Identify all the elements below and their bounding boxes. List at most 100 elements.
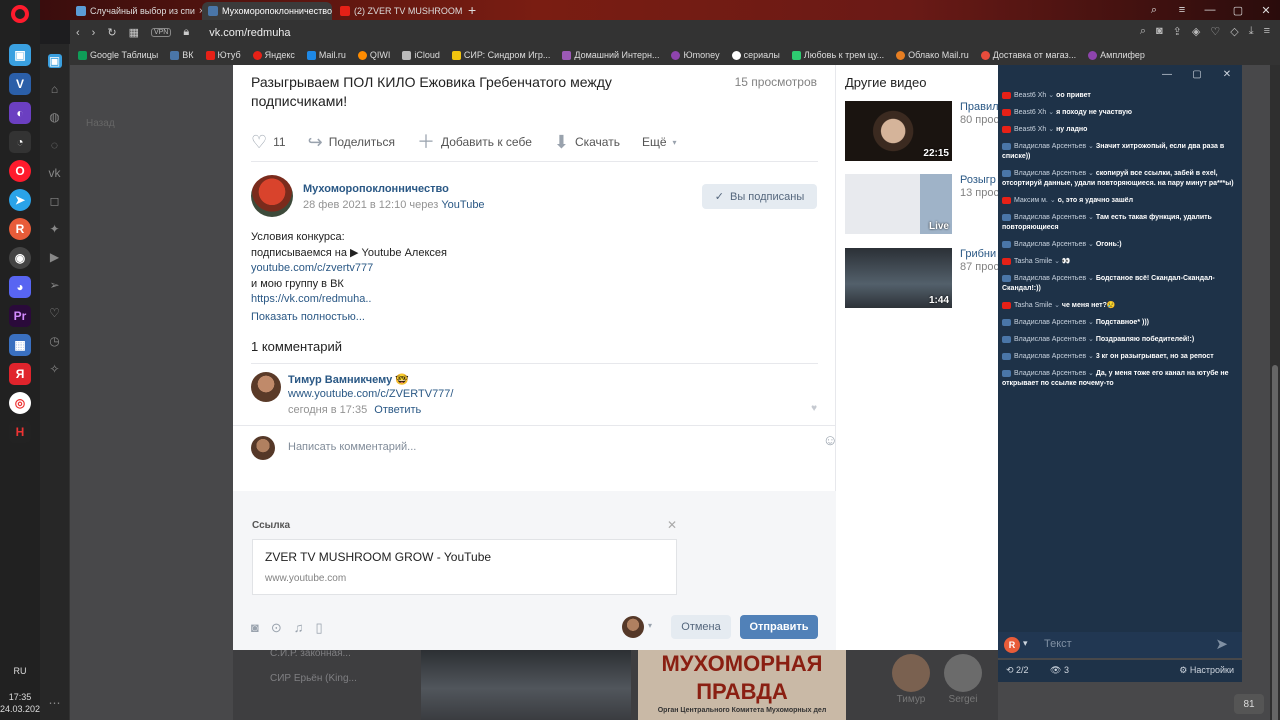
cube-icon[interactable]: ◇ xyxy=(1230,25,1238,38)
show-more-link[interactable]: Показать полностью... xyxy=(251,311,365,323)
other-video-item[interactable]: 1:44 Грибни 87 прос xyxy=(845,248,1000,308)
chat-input[interactable]: Текст xyxy=(1044,638,1072,650)
chat-author[interactable]: Владислав Арсентьев xyxy=(1014,143,1086,150)
camera-icon[interactable]: ◙ xyxy=(251,620,259,636)
maximize-icon[interactable]: ▢ xyxy=(1224,0,1252,20)
chevron-down-icon[interactable]: ▾ xyxy=(1023,638,1028,649)
minimize-icon[interactable]: — xyxy=(1196,0,1224,20)
send-icon[interactable]: ➤ xyxy=(1215,635,1228,653)
subscribed-button[interactable]: ✓ Вы подписаны xyxy=(702,184,817,209)
bookmark-mail[interactable]: Mail.ru xyxy=(306,50,346,60)
bookmark-qiwi[interactable]: QIWI xyxy=(357,50,390,60)
opera-icon[interactable]: O xyxy=(9,160,31,182)
chat-author[interactable]: Владислав Арсентьев xyxy=(1014,336,1086,343)
opera-logo-icon[interactable] xyxy=(11,5,29,23)
scroll-thumb[interactable] xyxy=(1272,365,1278,720)
cancel-button[interactable]: Отмена xyxy=(671,615,731,639)
obs-icon[interactable]: ◉ xyxy=(9,247,31,269)
download-icon[interactable]: ⤓ xyxy=(1249,25,1254,38)
more-icon[interactable]: ⋯ xyxy=(48,696,62,710)
author-name[interactable]: Мухоморопоклонничество xyxy=(303,183,449,195)
bookmark-love[interactable]: Любовь к трем цу... xyxy=(791,50,884,60)
chat-author[interactable]: Beast6 Xh xyxy=(1014,92,1046,99)
app-icon[interactable]: R xyxy=(9,218,31,240)
telegram-icon[interactable]: ➤ xyxy=(9,189,31,211)
chat-author[interactable]: Владислав Арсентьев xyxy=(1014,170,1086,177)
search-icon[interactable]: ⌕ xyxy=(1140,0,1168,20)
bookmark-delivery[interactable]: Доставка от магаз... xyxy=(980,50,1076,60)
video-thumbnail[interactable]: 1:44 xyxy=(845,248,952,308)
close-icon[interactable]: ✕ xyxy=(667,518,677,532)
other-video-item[interactable]: 22:15 Правил красног 80 прос xyxy=(845,101,1000,161)
video-name[interactable]: Грибни xyxy=(960,248,1000,261)
chat-author[interactable]: Владислав Арсентьев xyxy=(1014,319,1086,326)
music-icon[interactable]: ♫ xyxy=(294,620,304,636)
vpn-badge[interactable]: VPN xyxy=(150,28,172,37)
speed-icon[interactable]: ◔ xyxy=(9,131,31,153)
history-icon[interactable]: ◷ xyxy=(48,334,62,348)
description-link[interactable]: https://vk.com/redmuha.. xyxy=(251,292,447,308)
chat-author[interactable]: Beast6 Xh xyxy=(1014,126,1046,133)
app-icon[interactable]: ▣ xyxy=(9,44,31,66)
bookmark-youtube[interactable]: Ютуб xyxy=(205,50,241,60)
tab-vk[interactable]: Мухоморопоклонничество × xyxy=(202,2,332,20)
camera-icon[interactable]: ◙ xyxy=(1156,25,1163,38)
chat-author[interactable]: Владислав Арсентьев xyxy=(1014,370,1086,377)
bookmark-home-internet[interactable]: Домашний Интерн... xyxy=(562,50,659,60)
back-icon[interactable]: ‹ xyxy=(76,27,80,39)
chevron-down-icon[interactable]: ▾ xyxy=(648,621,652,630)
video-name[interactable]: Розыгр ежовик xyxy=(960,174,1000,187)
chat-author[interactable]: Владислав Арсентьев xyxy=(1014,353,1086,360)
source-link[interactable]: YouTube xyxy=(441,199,484,211)
description-link[interactable]: youtube.com/c/zvertv777 xyxy=(251,261,447,277)
other-video-item[interactable]: Live Розыгр ежовик 13 прос xyxy=(845,174,1000,234)
bookmark-vk[interactable]: ВК xyxy=(170,50,194,60)
bookmark-yoomoney[interactable]: Юmoney xyxy=(671,50,720,60)
video-name[interactable]: Правил красног xyxy=(960,101,1000,114)
bookmark-google-sheets[interactable]: Google Таблицы xyxy=(78,50,158,60)
search-icon[interactable]: ⌕ xyxy=(1140,25,1146,38)
pin-icon[interactable]: ✧ xyxy=(48,362,62,376)
like-button[interactable]: ♡ 11 xyxy=(251,133,286,151)
chat-author[interactable]: Владислав Арсентьев xyxy=(1014,275,1086,282)
add-to-mine-button[interactable]: ＋ Добавить к себе xyxy=(417,133,532,151)
vk-icon[interactable]: vk xyxy=(48,166,62,180)
platform-selector-icon[interactable]: R xyxy=(1004,637,1020,653)
url-field[interactable]: vk.com/redmuha xyxy=(209,27,290,39)
messenger-icon[interactable]: ◍ xyxy=(48,110,62,124)
premiere-icon[interactable]: Pr xyxy=(9,305,31,327)
back-link[interactable]: Назад xyxy=(86,118,115,129)
menu-icon[interactable]: ≡ xyxy=(1168,0,1196,20)
bookmark-serials[interactable]: сериалы xyxy=(731,50,780,60)
minimize-icon[interactable]: — xyxy=(1152,65,1182,85)
reply-link[interactable]: Ответить xyxy=(374,404,421,416)
shield-icon[interactable]: ◈ xyxy=(1192,25,1200,38)
chat-author[interactable]: Beast6 Xh xyxy=(1014,109,1046,116)
home-icon[interactable]: ⌂ xyxy=(48,82,62,96)
workspace-icon[interactable]: ▣ xyxy=(47,54,62,68)
tab-random-choice[interactable]: Случайный выбор из спи × xyxy=(70,2,202,20)
sender-avatar[interactable] xyxy=(622,616,644,638)
menu-icon[interactable]: ≡ xyxy=(1264,25,1270,38)
heart-icon[interactable]: ♡ xyxy=(48,306,62,320)
link-preview-card[interactable]: ZVER TV MUSHROOM GROW - YouTube www.yout… xyxy=(252,539,677,595)
chat-author[interactable]: Владислав Арсентьев xyxy=(1014,214,1086,221)
comment-avatar[interactable] xyxy=(251,372,281,402)
video-thumbnail[interactable]: 22:15 xyxy=(845,101,952,161)
reload-icon[interactable]: ↻ xyxy=(107,26,116,39)
twitter-icon[interactable]: ✦ xyxy=(48,222,62,236)
comment-input[interactable]: Написать комментарий... xyxy=(288,441,416,453)
chat-author[interactable]: Tasha Smile xyxy=(1014,302,1052,309)
chat-author[interactable]: Максим м. xyxy=(1014,197,1048,204)
chrome-icon[interactable]: ◎ xyxy=(9,392,31,414)
send-button[interactable]: Отправить xyxy=(740,615,818,639)
video-thumbnail[interactable]: Live xyxy=(845,174,952,234)
tabs-grid-icon[interactable]: ▦ xyxy=(129,26,139,39)
calculator-icon[interactable]: ▦ xyxy=(9,334,31,356)
video-icon[interactable]: ⊙ xyxy=(271,620,282,636)
forward-icon[interactable]: › xyxy=(92,27,96,39)
app-icon[interactable]: ◐ xyxy=(9,102,31,124)
bookmark-yandex[interactable]: Яндекс xyxy=(252,50,295,60)
settings-button[interactable]: ⚙ Настройки xyxy=(1179,665,1234,676)
app-icon[interactable]: H xyxy=(9,421,31,443)
